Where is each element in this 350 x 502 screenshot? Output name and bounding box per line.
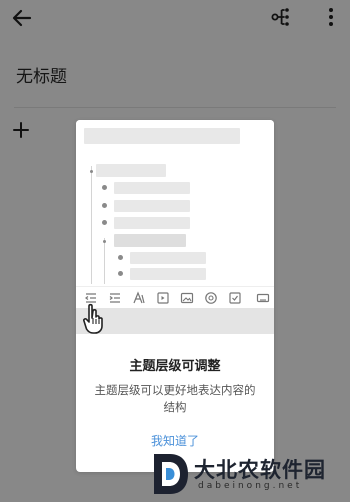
preview-tree-line — [104, 238, 105, 284]
site-logo-icon — [154, 454, 188, 494]
preview-bullet — [102, 185, 107, 190]
preview-topic-bar — [130, 268, 206, 280]
plus-icon[interactable] — [12, 121, 30, 139]
more-vertical-icon[interactable] — [322, 6, 340, 28]
emoji-icon[interactable] — [204, 291, 218, 305]
back-arrow-icon[interactable] — [10, 6, 34, 30]
preview-title-bar — [84, 128, 240, 144]
preview-bullet — [103, 240, 106, 243]
guide-card: 主题层级可调整 主题层级可以更好地表达内容的结构 我知道了 — [76, 120, 274, 472]
preview-bullet — [90, 170, 93, 173]
guide-description: 主题层级可以更好地表达内容的结构 — [94, 383, 256, 414]
guide-preview — [76, 120, 274, 334]
preview-bullet — [102, 220, 107, 225]
preview-bullet — [118, 255, 123, 260]
preview-topic-bar — [114, 200, 190, 212]
document-title[interactable]: 无标题 — [16, 62, 67, 87]
got-it-button[interactable]: 我知道了 — [76, 432, 274, 449]
preview-topic-bar — [96, 164, 166, 177]
preview-topic-bar — [114, 217, 190, 229]
site-name: 大北农软件园 — [194, 458, 326, 482]
preview-topic-bar — [114, 234, 186, 247]
preview-tree-line — [91, 166, 92, 284]
checkbox-icon[interactable] — [228, 291, 242, 305]
preview-topic-bar — [114, 182, 190, 194]
preview-topic-bar — [130, 252, 206, 264]
mindmap-tree-icon[interactable] — [270, 6, 292, 28]
keyboard-icon[interactable] — [256, 291, 270, 305]
preview-bullet — [118, 271, 123, 276]
site-url: dabeinong.net — [198, 481, 303, 491]
insert-icon[interactable] — [156, 291, 170, 305]
site-watermark: 大北农软件园 dabeinong.net — [150, 448, 346, 500]
top-bar — [0, 0, 350, 38]
guide-title: 主题层级可调整 — [129, 359, 221, 374]
text-style-icon[interactable] — [132, 291, 146, 305]
title-divider — [14, 107, 336, 108]
image-icon[interactable] — [180, 291, 194, 305]
pointing-hand-icon — [83, 303, 103, 334]
preview-bullet — [102, 203, 107, 208]
